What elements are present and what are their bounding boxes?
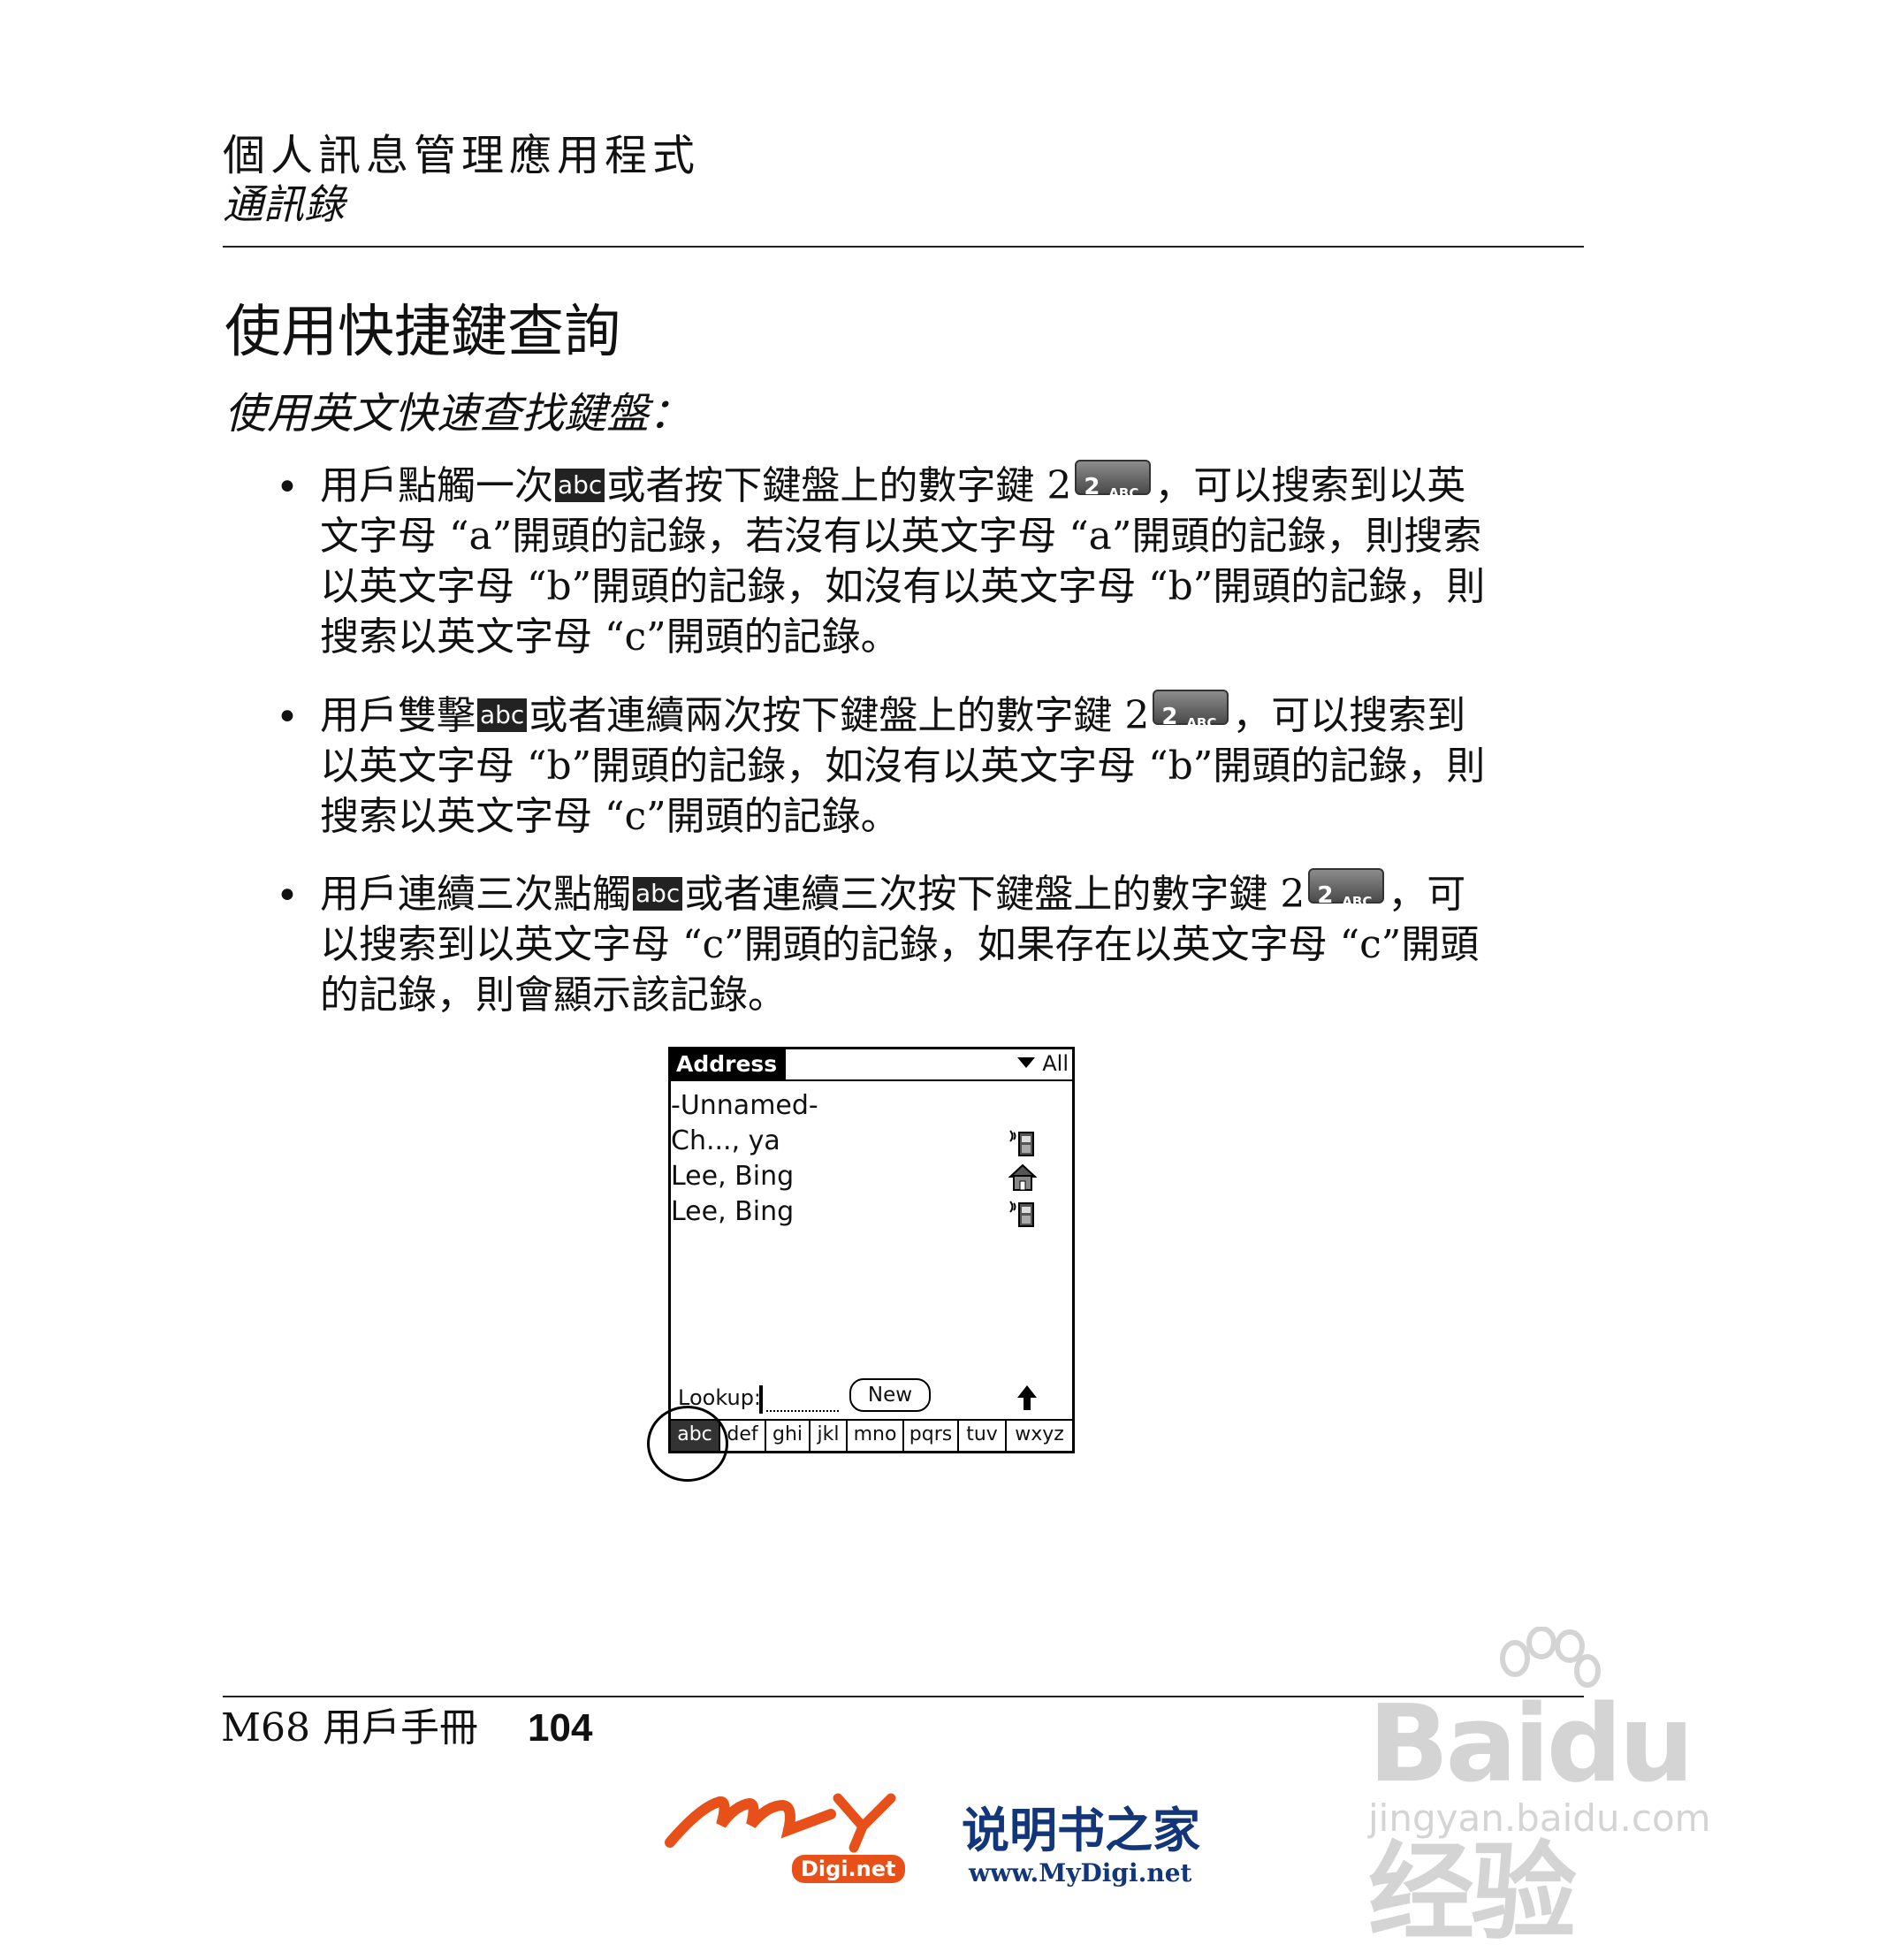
chapter-title: 個人訊息管理應用程式 [223, 131, 701, 180]
bullet-dot: • [276, 465, 299, 510]
abc-key-icon: abc [633, 877, 683, 911]
my-logo-mark [665, 1793, 896, 1853]
tab-mno[interactable]: mno [848, 1421, 904, 1451]
list-item[interactable]: Lee, Bing [671, 1194, 794, 1230]
address-app-screenshot: Address All -Unnamed- Ch..., ya Lee, Bin… [668, 1047, 1075, 1453]
watermark-url: jingyan.baidu.com [1368, 1796, 1711, 1840]
mobile-phone-icon [1009, 1201, 1034, 1227]
list-item[interactable]: Ch..., ya [671, 1124, 780, 1159]
list-item[interactable]: -Unnamed- [671, 1088, 818, 1124]
tab-tuv[interactable]: tuv [959, 1421, 1007, 1451]
tab-wxyz[interactable]: wxyz [1007, 1421, 1072, 1451]
subsection-title: 使用英文快速查找鍵盤： [225, 389, 692, 439]
dropdown-triangle-icon [1017, 1057, 1036, 1068]
bullet-dot: • [276, 695, 299, 740]
mobile-phone-icon [1009, 1130, 1034, 1156]
new-button[interactable]: New [849, 1378, 931, 1412]
baidu-watermark: Baidu经验 jingyan.baidu.com [1368, 1627, 1792, 1955]
number-2-key-icon: 2 ABC [1153, 690, 1229, 731]
scroll-up-arrow-icon[interactable] [1016, 1384, 1039, 1412]
manual-name: M68 用戶手冊 [221, 1705, 479, 1750]
list-item[interactable]: Lee, Bing [671, 1159, 794, 1194]
footer: M68 用戶手冊 104 [221, 1705, 592, 1752]
header-divider [223, 246, 1584, 248]
page-number: 104 [528, 1706, 593, 1750]
logo-name: 说明书之家 [962, 1803, 1200, 1858]
section-subtitle: 通訊錄 [223, 180, 345, 228]
bullet-paragraph-3: 用戶連續三次點觸 abc 或者連續三次按下鍵盤上的數字鍵 2 2 ABC ，可以搜索到以英… [320, 868, 1504, 1020]
mydigi-logo: My Digi.net 说明书之家 www.MyDigi.net [665, 1782, 1248, 1888]
bullet-paragraph-1: 用戶點觸一次 abc 或者按下鍵盤上的數字鍵 2 2 ABC ，可以搜索到以英文字母 “a… [320, 460, 1504, 662]
alphabet-tab-bar: abc def ghi jkl mno pqrs tuv wxyz [671, 1419, 1072, 1451]
abc-key-icon: abc [555, 469, 605, 502]
lookup-input[interactable] [766, 1410, 839, 1412]
lookup-cursor [759, 1385, 763, 1414]
logo-net-badge: Digi.net [792, 1855, 905, 1883]
section-title: 使用快捷鍵查詢 [225, 300, 620, 365]
home-icon [1008, 1163, 1038, 1191]
tab-ghi[interactable]: ghi [766, 1421, 811, 1451]
logo-site: www.MyDigi.net [969, 1858, 1192, 1888]
app-title: Address [671, 1049, 787, 1079]
app-title-bar: Address All [671, 1049, 1072, 1081]
highlight-circle [647, 1406, 728, 1482]
tab-pqrs[interactable]: pqrs [904, 1421, 959, 1451]
abc-key-icon: abc [477, 698, 528, 732]
number-2-key-icon: 2 ABC [1308, 868, 1385, 910]
number-2-key-icon: 2 ABC [1075, 460, 1152, 501]
bullet-paragraph-2: 用戶雙擊 abc 或者連續兩次按下鍵盤上的數字鍵 2 2 ABC ，可以搜索到以英文字母 … [320, 690, 1504, 842]
bullet-dot: • [276, 873, 299, 919]
tab-jkl[interactable]: jkl [811, 1421, 848, 1451]
category-dropdown[interactable]: All [1017, 1049, 1069, 1078]
